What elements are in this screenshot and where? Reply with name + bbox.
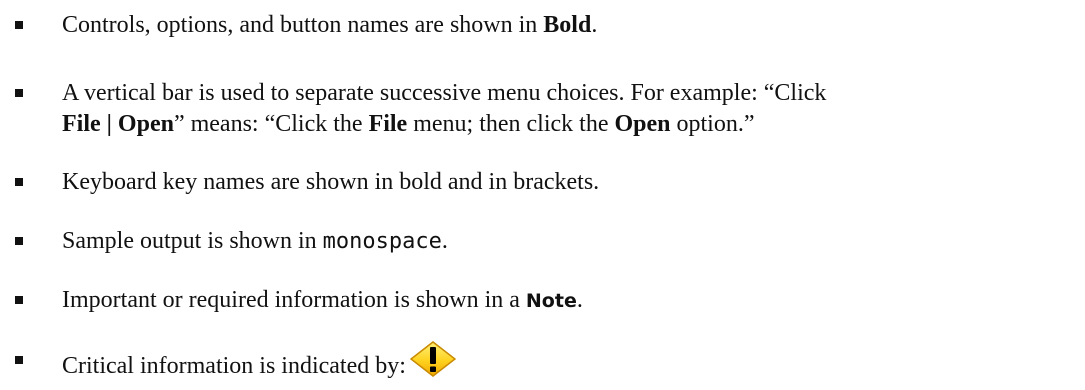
- item-text: Important or required information is sho…: [62, 285, 583, 317]
- item-text-plain: Controls, options, and button names are …: [62, 12, 544, 38]
- item-text: Sample output is shown in monospace.: [62, 226, 448, 257]
- item-text-plain: Important or required information is sho…: [62, 287, 526, 313]
- bullet-icon: [15, 21, 23, 29]
- item-text-plain: menu; then click the: [407, 111, 615, 137]
- bullet-icon: [15, 296, 23, 304]
- menu-path-example: File | Open: [62, 111, 174, 137]
- warning-icon: [409, 341, 457, 386]
- bold-example: Bold: [543, 12, 592, 38]
- item-text-plain: .: [591, 12, 598, 38]
- menu-name-bold: File: [368, 111, 408, 137]
- note-example: Note: [525, 290, 577, 312]
- bullet-icon: [15, 178, 23, 186]
- item-text-plain: .: [441, 228, 448, 254]
- item-text-plain: Sample output is shown in: [62, 228, 323, 254]
- item-text-line1: A vertical bar is used to separate succe…: [62, 80, 827, 106]
- item-text-plain: Critical information is indicated by:: [62, 353, 406, 380]
- bullet-icon: [15, 356, 23, 364]
- option-name-bold: Open: [614, 111, 671, 137]
- item-text: Critical information is indicated by:: [62, 341, 457, 390]
- item-text: Keyboard key names are shown in bold and…: [62, 169, 600, 195]
- bullet-icon: [15, 89, 23, 97]
- item-text: A vertical bar is used to separate succe…: [62, 78, 826, 140]
- bullet-icon: [15, 237, 23, 245]
- monospace-example: monospace: [322, 229, 442, 254]
- item-text-plain: ” means: “Click the: [173, 111, 369, 137]
- item-text-plain: option.”: [670, 111, 755, 137]
- item-text: Controls, options, and button names are …: [62, 10, 597, 41]
- item-text-plain: .: [576, 287, 583, 313]
